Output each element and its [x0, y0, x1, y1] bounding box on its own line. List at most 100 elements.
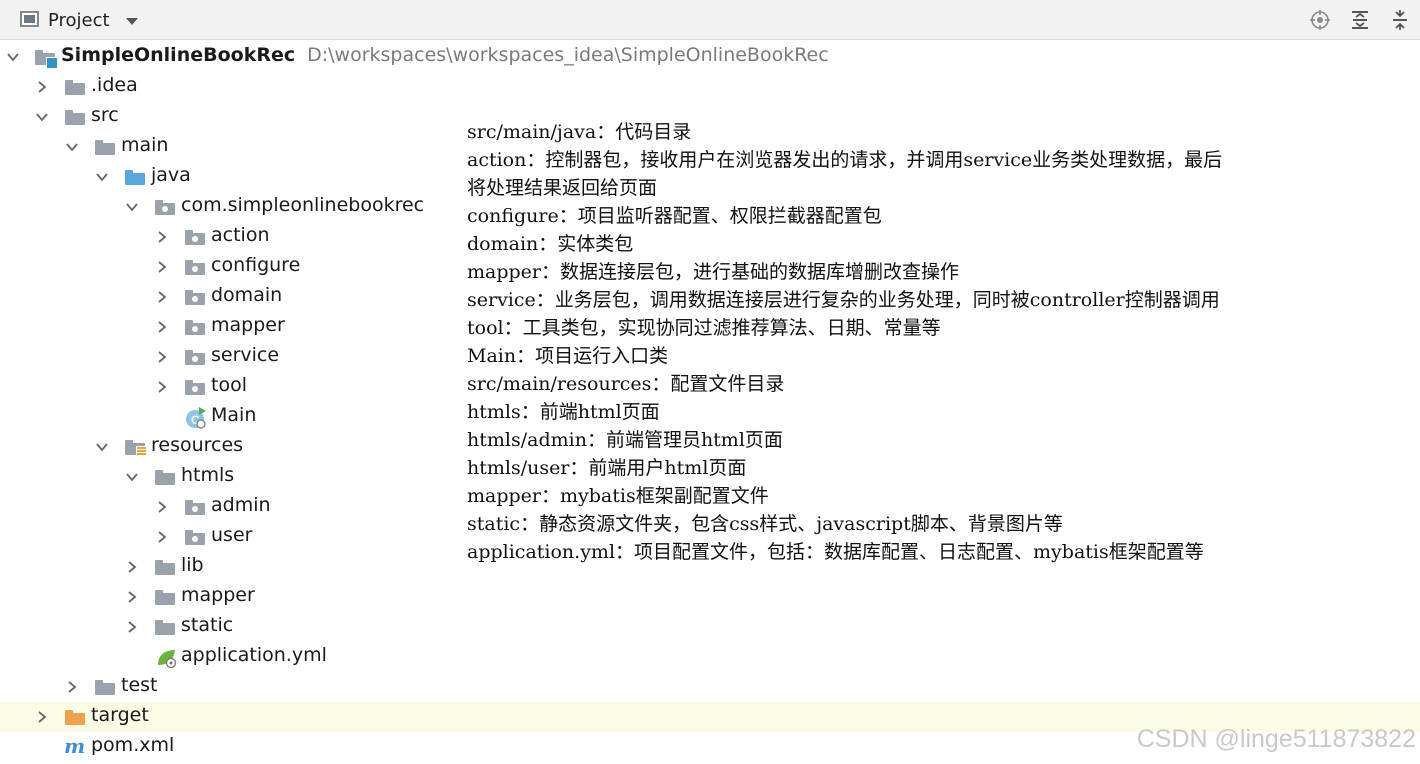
chevron-right-icon[interactable] — [126, 621, 138, 633]
note-line: configure：项目监听器配置、权限拦截器配置包 — [467, 205, 882, 227]
folder-icon — [155, 468, 175, 486]
folder-icon — [95, 678, 115, 696]
svg-text:m: m — [64, 736, 85, 756]
folder-icon — [95, 138, 115, 156]
note-line: tool：工具类包，实现协同过滤推荐算法、日期、常量等 — [467, 317, 941, 339]
folder-icon — [155, 558, 175, 576]
tree-label: Main — [211, 404, 257, 426]
folder-icon — [65, 78, 85, 96]
chevron-right-icon[interactable] — [156, 231, 168, 243]
maven-file-icon: m — [64, 734, 85, 758]
project-view-selector[interactable]: Project — [20, 8, 138, 32]
tree-row-application-yml[interactable]: application.yml — [0, 642, 1420, 672]
chevron-down-icon[interactable] — [126, 471, 138, 483]
chevron-down-icon[interactable] — [125, 17, 138, 25]
package-icon — [185, 378, 205, 396]
project-panel-header: Project — [0, 0, 1420, 40]
tree-label: test — [121, 674, 158, 696]
tree-label: resources — [151, 434, 244, 456]
collapse-all-icon[interactable] — [1380, 0, 1420, 40]
note-line: static：静态资源文件夹，包含css样式、javascript脚本、背景图片… — [467, 513, 1063, 535]
tree-label: com.simpleonlinebookrec — [181, 194, 425, 216]
tree-label: main — [121, 134, 169, 156]
chevron-right-icon[interactable] — [126, 561, 138, 573]
module-path: D:\workspaces\workspaces_idea\SimpleOnli… — [307, 44, 829, 66]
tree-label: target — [91, 704, 149, 726]
expand-all-icon[interactable] — [1340, 0, 1380, 40]
chevron-right-icon[interactable] — [66, 681, 78, 693]
note-line: src/main/java：代码目录 — [467, 121, 692, 143]
chevron-right-icon[interactable] — [156, 531, 168, 543]
chevron-down-icon[interactable] — [66, 141, 78, 153]
note-line: 将处理结果返回给页面 — [467, 177, 658, 199]
chevron-down-icon[interactable] — [7, 51, 19, 63]
note-line: src/main/resources：配置文件目录 — [467, 373, 785, 395]
package-icon — [185, 228, 205, 246]
chevron-down-icon[interactable] — [96, 171, 108, 183]
note-line: htmls：前端html页面 — [467, 401, 660, 423]
chevron-down-icon[interactable] — [126, 201, 138, 213]
tree-label: user — [211, 524, 253, 546]
tree-row-static[interactable]: static — [0, 612, 1420, 642]
package-icon — [185, 498, 205, 516]
note-line: htmls/admin：前端管理员html页面 — [467, 429, 783, 451]
folder-icon — [65, 108, 85, 126]
package-icon — [185, 258, 205, 276]
tree-label: configure — [211, 254, 301, 276]
module-icon — [35, 48, 58, 69]
tree-label: tool — [211, 374, 247, 396]
chevron-down-icon[interactable] — [36, 111, 48, 123]
tree-label: mapper — [181, 584, 255, 606]
package-icon — [185, 348, 205, 366]
tree-label: service — [211, 344, 280, 366]
chevron-right-icon[interactable] — [126, 591, 138, 603]
tree-label: htmls — [181, 464, 235, 486]
yaml-file-icon — [155, 647, 177, 669]
tree-label: static — [181, 614, 234, 636]
tree-label: domain — [211, 284, 283, 306]
tree-row-simpleonlinebookrec[interactable]: SimpleOnlineBookRec D:\workspaces\workspa… — [0, 42, 1420, 72]
note-line: mapper：mybatis框架副配置文件 — [467, 485, 769, 507]
locate-icon[interactable] — [1300, 0, 1340, 40]
tree-row-test[interactable]: test — [0, 672, 1420, 702]
tree-label: admin — [211, 494, 271, 516]
package-icon — [185, 288, 205, 306]
project-icon — [20, 11, 41, 29]
chevron-right-icon[interactable] — [156, 321, 168, 333]
excluded-folder-icon — [65, 708, 85, 726]
note-line: service：业务层包，调用数据连接层进行复杂的业务处理，同时被control… — [467, 289, 1220, 311]
source-folder-icon — [125, 168, 145, 186]
tree-label: lib — [181, 554, 204, 576]
resources-folder-icon — [125, 438, 147, 457]
note-line: htmls/user：前端用户html页面 — [467, 457, 747, 479]
tree-label: mapper — [211, 314, 285, 336]
chevron-right-icon[interactable] — [36, 81, 48, 93]
tree-label: .idea — [91, 74, 138, 96]
tree-row-mapper-resources[interactable]: mapper — [0, 582, 1420, 612]
chevron-right-icon[interactable] — [36, 711, 48, 723]
note-line: application.yml：项目配置文件，包括：数据库配置、日志配置、myb… — [467, 541, 1204, 563]
chevron-right-icon[interactable] — [156, 291, 168, 303]
tree-label: action — [211, 224, 270, 246]
package-icon — [185, 318, 205, 336]
tree-label: src — [91, 104, 119, 126]
package-icon — [155, 198, 175, 216]
chevron-right-icon[interactable] — [156, 351, 168, 363]
java-class-icon: C — [185, 407, 206, 429]
panel-title: Project — [48, 9, 110, 31]
tree-label: java — [151, 164, 191, 186]
tree-row-idea[interactable]: .idea — [0, 72, 1420, 102]
chevron-right-icon[interactable] — [156, 381, 168, 393]
tree-label: SimpleOnlineBookRec — [61, 44, 296, 66]
package-icon — [185, 528, 205, 546]
tree-label: application.yml — [181, 644, 327, 666]
directory-notes: src/main/java：代码目录 action：控制器包，接收用户在浏览器发… — [467, 118, 1222, 566]
chevron-right-icon[interactable] — [156, 261, 168, 273]
note-line: Main：项目运行入口类 — [467, 345, 669, 367]
note-line: action：控制器包，接收用户在浏览器发出的请求，并调用service业务类处… — [467, 149, 1223, 171]
chevron-down-icon[interactable] — [96, 441, 108, 453]
note-line: mapper：数据连接层包，进行基础的数据库增删改查操作 — [467, 261, 959, 283]
watermark: CSDN @linge511873822 — [1136, 725, 1416, 753]
note-line: domain：实体类包 — [467, 233, 634, 255]
chevron-right-icon[interactable] — [156, 501, 168, 513]
